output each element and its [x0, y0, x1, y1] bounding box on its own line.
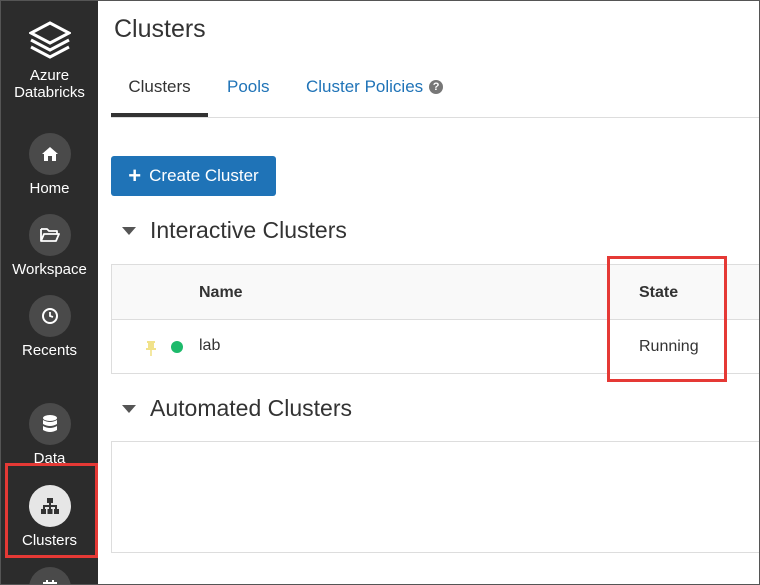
pin-icon[interactable]: [145, 340, 157, 356]
caret-down-icon: [122, 226, 136, 235]
home-icon: [41, 147, 58, 161]
tab-pools[interactable]: Pools: [227, 77, 270, 97]
sidebar-item-label: Recents: [21, 342, 78, 359]
automated-clusters-toggle[interactable]: Automated Clusters: [122, 395, 352, 422]
sidebar-item-workspace[interactable]: Workspace: [1, 214, 98, 278]
nav-icon-circle: [28, 295, 71, 337]
highlight-box-state: [607, 256, 727, 382]
tab-bar: Clusters Pools Cluster Policies ?: [111, 61, 759, 118]
column-header-name[interactable]: Name: [199, 284, 243, 302]
section-heading: Interactive Clusters: [150, 217, 347, 243]
nav-icon-circle: [28, 403, 71, 445]
tab-clusters[interactable]: Clusters: [111, 77, 208, 97]
sidebar-item-jobs[interactable]: [1, 567, 98, 584]
sidebar-item-label: Home: [29, 180, 70, 197]
nav-icon-circle: [28, 214, 71, 256]
nav-icon-circle: [28, 133, 71, 175]
section-heading: Automated Clusters: [150, 395, 352, 421]
databricks-logo-icon: [28, 21, 71, 59]
nav-icon-circle: [28, 567, 71, 584]
sidebar-item-data[interactable]: Data: [1, 403, 98, 467]
active-tab-indicator: [111, 113, 208, 117]
create-cluster-label: Create Cluster: [149, 166, 259, 185]
tab-label: Cluster Policies: [306, 77, 424, 96]
plus-icon: +: [128, 163, 142, 188]
calendar-icon: [42, 580, 57, 584]
automated-clusters-table: [111, 441, 759, 553]
highlight-box-clusters-nav: [5, 463, 98, 558]
cluster-name-link[interactable]: lab: [199, 337, 220, 355]
sidebar-item-home[interactable]: Home: [1, 133, 98, 197]
folder-icon: [39, 228, 60, 242]
app-window: Azure Databricks Home Workspace Recents …: [0, 0, 760, 585]
tab-label: Pools: [227, 77, 270, 96]
create-cluster-button[interactable]: + Create Cluster: [111, 156, 276, 196]
status-running-icon: [171, 341, 183, 353]
database-icon: [42, 415, 57, 432]
sidebar-item-recents[interactable]: Recents: [1, 295, 98, 359]
sidebar-item-label: Workspace: [12, 261, 87, 278]
caret-down-icon: [122, 404, 136, 413]
logo-label: Azure Databricks: [14, 67, 85, 101]
main-content: Clusters Clusters Pools Cluster Policies…: [98, 1, 759, 584]
interactive-clusters-toggle[interactable]: Interactive Clusters: [122, 217, 347, 244]
clock-icon: [41, 308, 58, 324]
sidebar: Azure Databricks Home Workspace Recents …: [1, 1, 98, 584]
tab-label: Clusters: [128, 77, 191, 96]
tab-cluster-policies[interactable]: Cluster Policies ?: [306, 77, 444, 97]
page-title: Clusters: [114, 15, 206, 43]
logo[interactable]: Azure Databricks: [1, 21, 98, 101]
help-icon[interactable]: ?: [429, 80, 444, 94]
